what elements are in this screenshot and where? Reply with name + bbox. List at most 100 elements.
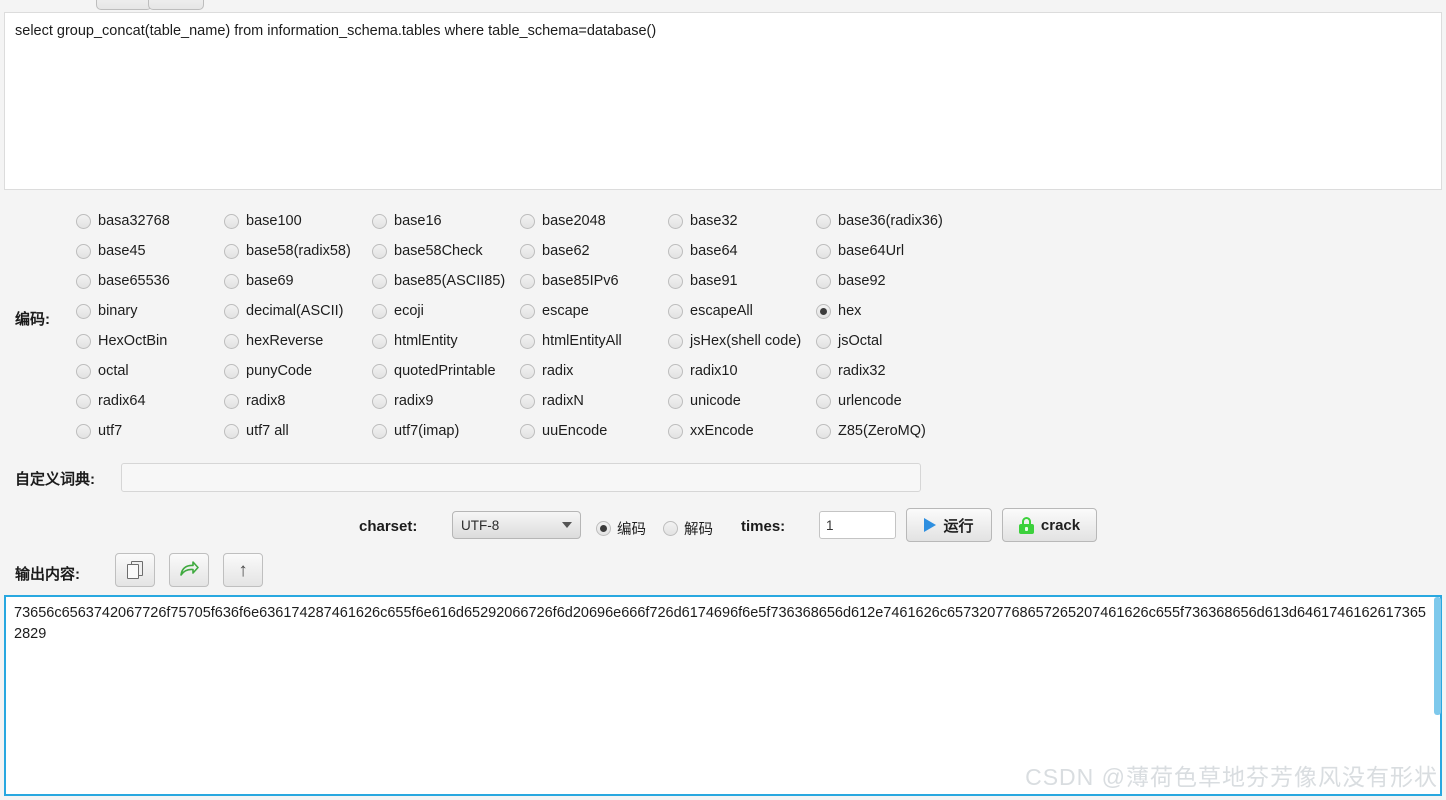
encoding-option-base45[interactable]: base45 [76, 236, 224, 266]
encoding-option-base64[interactable]: base64 [668, 236, 816, 266]
output-textarea[interactable] [4, 595, 1442, 796]
encoding-option-label: radix32 [838, 363, 886, 379]
encoding-option-label: base36(radix36) [838, 213, 943, 229]
encoding-option-octal[interactable]: octal [76, 356, 224, 386]
mode-radio-encode[interactable]: 编码 [596, 518, 646, 539]
encoding-option-label: base64 [690, 243, 738, 259]
radio-icon [668, 393, 683, 409]
crack-button-label: crack [1040, 516, 1081, 534]
input-textarea[interactable] [4, 12, 1442, 190]
encoding-option-jsoctal[interactable]: jsOctal [816, 326, 964, 356]
encoding-option-base65536[interactable]: base65536 [76, 266, 224, 296]
radio-decode-icon [663, 521, 678, 536]
encoding-option-label: uuEncode [542, 423, 608, 439]
encoding-option-hex[interactable]: hex [816, 296, 964, 326]
encoding-option-xxencode[interactable]: xxEncode [668, 416, 816, 446]
encoding-option-binary[interactable]: binary [76, 296, 224, 326]
radio-icon [668, 363, 683, 379]
encoding-option-jshex-shell-code[interactable]: jsHex(shell code) [668, 326, 816, 356]
encoding-option-radix10[interactable]: radix10 [668, 356, 816, 386]
encoding-option-label: base58(radix58) [246, 243, 351, 259]
encoding-option-base36-radix36[interactable]: base36(radix36) [816, 206, 964, 236]
encoding-option-base69[interactable]: base69 [224, 266, 372, 296]
radio-icon [372, 393, 387, 409]
encoding-option-label: escape [542, 303, 589, 319]
encoding-option-radix8[interactable]: radix8 [224, 386, 372, 416]
share-arrow-icon [180, 561, 199, 576]
encoding-option-base32[interactable]: base32 [668, 206, 816, 236]
radio-icon [76, 333, 91, 349]
encoding-option-decimal-ascii[interactable]: decimal(ASCII) [224, 296, 372, 326]
encoding-option-radixn[interactable]: radixN [520, 386, 668, 416]
radio-icon [520, 213, 535, 229]
encoding-option-escape[interactable]: escape [520, 296, 668, 326]
radio-icon [668, 423, 683, 439]
encoding-option-label: octal [98, 363, 129, 379]
encoding-option-label: decimal(ASCII) [246, 303, 344, 319]
encoding-option-radix[interactable]: radix [520, 356, 668, 386]
encoding-option-label: base65536 [98, 273, 170, 289]
encoding-option-base64url[interactable]: base64Url [816, 236, 964, 266]
upload-output-button[interactable]: ↑ [223, 553, 263, 587]
times-input[interactable] [819, 511, 896, 539]
encoding-option-urlencode[interactable]: urlencode [816, 386, 964, 416]
encoding-option-label: base58Check [394, 243, 483, 259]
encoding-option-basa32768[interactable]: basa32768 [76, 206, 224, 236]
encoding-option-base62[interactable]: base62 [520, 236, 668, 266]
encoding-option-utf7[interactable]: utf7 [76, 416, 224, 446]
charset-selected-value: UTF-8 [461, 517, 500, 533]
output-scrollbar[interactable] [1434, 597, 1441, 715]
encoding-option-punycode[interactable]: punyCode [224, 356, 372, 386]
encoding-option-hexoctbin[interactable]: HexOctBin [76, 326, 224, 356]
encoding-option-base16[interactable]: base16 [372, 206, 520, 236]
radio-icon [668, 333, 683, 349]
dictionary-input[interactable] [121, 463, 921, 492]
encoding-option-htmlentityall[interactable]: htmlEntityAll [520, 326, 668, 356]
copy-output-button[interactable] [115, 553, 155, 587]
encoding-option-radix9[interactable]: radix9 [372, 386, 520, 416]
radio-icon [76, 213, 91, 229]
encoding-option-radix32[interactable]: radix32 [816, 356, 964, 386]
toolbar-button-1[interactable] [96, 0, 152, 10]
send-output-button[interactable] [169, 553, 209, 587]
mode-radio-decode[interactable]: 解码 [663, 518, 713, 539]
run-button[interactable]: 运行 [906, 508, 992, 542]
encoding-options-panel: 编码: basa32768 base100 base16 base2048 base32… [0, 196, 1446, 452]
encoding-option-htmlentity[interactable]: htmlEntity [372, 326, 520, 356]
radio-icon [224, 303, 239, 319]
encoding-option-label: radix10 [690, 363, 738, 379]
encoding-option-z85-zeromq[interactable]: Z85(ZeroMQ) [816, 416, 964, 446]
radio-icon [668, 303, 683, 319]
encoding-option-unicode[interactable]: unicode [668, 386, 816, 416]
charset-select[interactable]: UTF-8 [452, 511, 581, 539]
encoding-option-label: base85(ASCII85) [394, 273, 506, 289]
radio-icon [224, 363, 239, 379]
encoding-option-base92[interactable]: base92 [816, 266, 964, 296]
encoding-option-base2048[interactable]: base2048 [520, 206, 668, 236]
crack-button[interactable]: crack [1002, 508, 1097, 542]
encoding-option-base91[interactable]: base91 [668, 266, 816, 296]
encoding-option-base100[interactable]: base100 [224, 206, 372, 236]
encoding-option-utf7-imap[interactable]: utf7(imap) [372, 416, 520, 446]
encoding-option-uuencode[interactable]: uuEncode [520, 416, 668, 446]
encoding-option-hexreverse[interactable]: hexReverse [224, 326, 372, 356]
encoding-option-utf7-all[interactable]: utf7 all [224, 416, 372, 446]
radio-icon [816, 243, 831, 259]
encoding-option-quotedprintable[interactable]: quotedPrintable [372, 356, 520, 386]
encoding-option-label: hexReverse [246, 333, 324, 349]
radio-icon [816, 333, 831, 349]
encoding-option-radix64[interactable]: radix64 [76, 386, 224, 416]
encoding-option-label: hex [838, 303, 862, 319]
encoding-option-base58check[interactable]: base58Check [372, 236, 520, 266]
radio-icon [668, 243, 683, 259]
encoding-option-ecoji[interactable]: ecoji [372, 296, 520, 326]
run-button-label: 运行 [943, 517, 974, 535]
encoding-option-base58-radix58[interactable]: base58(radix58) [224, 236, 372, 266]
output-label: 输出内容: [15, 566, 80, 583]
encoding-option-escapeall[interactable]: escapeAll [668, 296, 816, 326]
encoding-option-base85-ascii85[interactable]: base85(ASCII85) [372, 266, 520, 296]
encoding-option-base85ipv6[interactable]: base85IPv6 [520, 266, 668, 296]
radio-icon [372, 243, 387, 259]
toolbar-button-2[interactable] [148, 0, 204, 10]
radio-icon [816, 393, 831, 409]
